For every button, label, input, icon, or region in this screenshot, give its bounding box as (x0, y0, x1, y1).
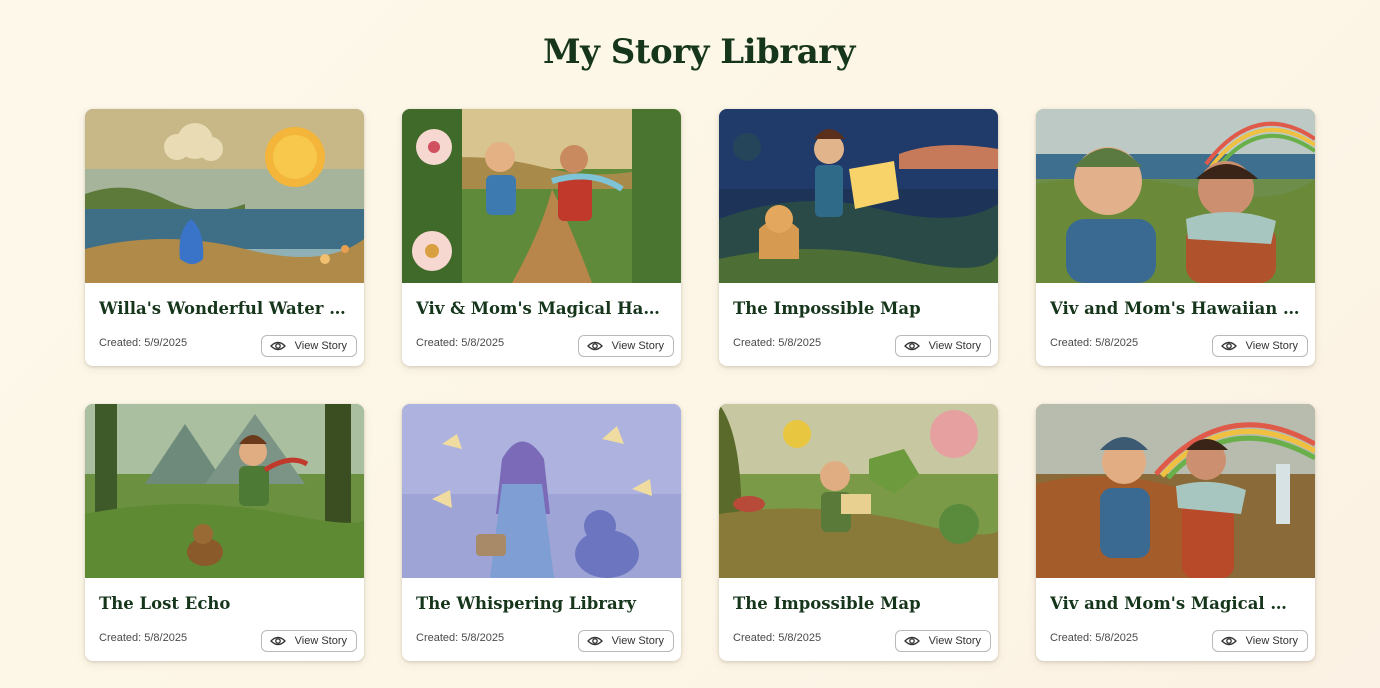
story-grid: Willa's Wonderful Water Journey Created:… (85, 109, 1315, 661)
story-title: Willa's Wonderful Water Journey (99, 299, 350, 318)
story-thumbnail[interactable] (1036, 404, 1315, 578)
story-thumbnail[interactable] (402, 109, 681, 283)
boy-with-map-and-bird-floating-islands-illustration (719, 404, 998, 578)
created-date: Created: 5/9/2025 (99, 337, 188, 349)
story-thumbnail[interactable] (402, 404, 681, 578)
story-title: The Impossible Map (733, 594, 921, 613)
story-thumbnail[interactable] (85, 404, 364, 578)
sun-cloud-water-drop-illustration (85, 109, 364, 283)
story-title: The Whispering Library (416, 594, 636, 613)
boy-and-mom-running-through-flowers-illustration (402, 109, 681, 283)
created-date: Created: 5/8/2025 (99, 632, 188, 644)
girl-and-cat-in-magic-library-illustration (402, 404, 681, 578)
created-date: Created: 5/8/2025 (416, 337, 505, 349)
view-story-label: View Story (294, 635, 347, 647)
story-card[interactable]: Willa's Wonderful Water Journey Created:… (85, 109, 364, 366)
created-date: Created: 5/8/2025 (733, 337, 822, 349)
story-title: The Lost Echo (99, 594, 231, 613)
view-story-label: View Story (928, 635, 981, 647)
view-story-label: View Story (1245, 340, 1298, 352)
story-thumbnail[interactable] (719, 109, 998, 283)
story-thumbnail[interactable] (85, 109, 364, 283)
view-story-button[interactable]: View Story (1211, 630, 1308, 652)
boy-and-beaver-in-forest-illustration (85, 404, 364, 578)
story-card[interactable]: The Impossible Map Created: 5/8/2025 Vie… (719, 109, 998, 366)
view-story-button[interactable]: View Story (894, 630, 991, 652)
girl-with-glowing-map-and-cat-illustration (719, 109, 998, 283)
eye-icon (903, 340, 920, 352)
story-title: Viv and Mom's Hawaiian Adventure (1050, 299, 1301, 318)
page-title: My Story Library (543, 32, 855, 72)
boy-and-mom-selfie-rainbow-illustration (1036, 109, 1315, 283)
eye-icon (903, 635, 920, 647)
created-date: Created: 5/8/2025 (1050, 632, 1139, 644)
eye-icon (586, 340, 603, 352)
view-story-button[interactable]: View Story (577, 335, 674, 357)
story-card[interactable]: The Lost Echo Created: 5/8/2025 View Sto… (85, 404, 364, 661)
created-date: Created: 5/8/2025 (416, 632, 505, 644)
story-title: The Impossible Map (733, 299, 921, 318)
created-date: Created: 5/8/2025 (1050, 337, 1139, 349)
story-thumbnail[interactable] (1036, 109, 1315, 283)
view-story-button[interactable]: View Story (894, 335, 991, 357)
story-thumbnail[interactable] (719, 404, 998, 578)
boy-and-mom-rainbow-waterfall-illustration (1036, 404, 1315, 578)
story-card[interactable]: Viv and Mom's Magical Hawaiian Adventure… (1036, 404, 1315, 661)
story-title: Viv and Mom's Magical Hawaiian Adventure (1050, 594, 1301, 613)
eye-icon (586, 635, 603, 647)
story-card[interactable]: Viv & Mom's Magical Hawaiian Adventure C… (402, 109, 681, 366)
view-story-label: View Story (611, 340, 664, 352)
story-title: Viv & Mom's Magical Hawaiian Adventure (416, 299, 667, 318)
story-card[interactable]: The Impossible Map Created: 5/8/2025 Vie… (719, 404, 998, 661)
story-card[interactable]: Viv and Mom's Hawaiian Adventure Created… (1036, 109, 1315, 366)
view-story-label: View Story (294, 340, 347, 352)
story-card[interactable]: The Whispering Library Created: 5/8/2025… (402, 404, 681, 661)
eye-icon (269, 340, 286, 352)
eye-icon (1220, 340, 1237, 352)
view-story-button[interactable]: View Story (260, 630, 357, 652)
view-story-button[interactable]: View Story (1211, 335, 1308, 357)
view-story-label: View Story (928, 340, 981, 352)
eye-icon (269, 635, 286, 647)
view-story-label: View Story (1245, 635, 1298, 647)
eye-icon (1220, 635, 1237, 647)
view-story-label: View Story (611, 635, 664, 647)
view-story-button[interactable]: View Story (577, 630, 674, 652)
created-date: Created: 5/8/2025 (733, 632, 822, 644)
view-story-button[interactable]: View Story (260, 335, 357, 357)
